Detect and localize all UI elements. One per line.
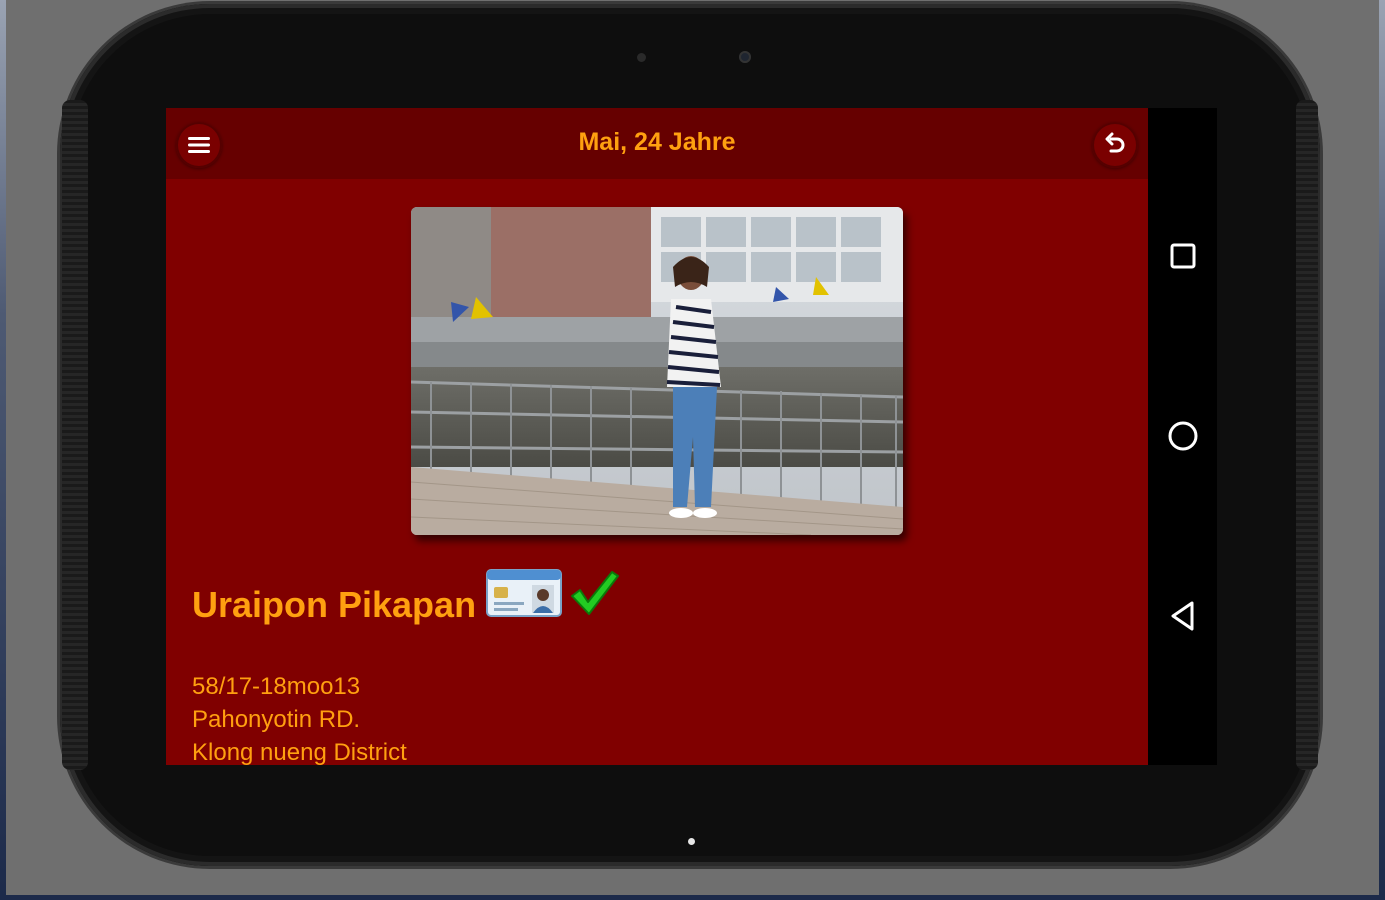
address-line-3: Klong nueng District [192,739,407,765]
recents-button[interactable] [1148,226,1217,286]
circle-home-icon [1168,421,1197,451]
app-screen: Mai, 24 Jahre Uraipon Pikapan 58/17-18mo… [166,108,1148,765]
undo-back-icon [1105,132,1125,153]
home-button[interactable] [1148,406,1217,466]
app-toolbar: Mai, 24 Jahre [166,108,1148,179]
page-title: Mai, 24 Jahre [578,128,736,156]
sensor-dot [637,53,646,62]
tablet-speaker-left [62,100,88,770]
profile-photo[interactable] [411,207,903,535]
green-check-icon [571,571,620,615]
back-button[interactable] [1148,586,1217,646]
profile-address: 58/17-18moo13 Pahonyotin RD. Klong nueng… [192,670,407,765]
square-recents-icon [1170,243,1195,269]
triangle-back-icon [1171,601,1193,631]
tablet-speaker-right [1296,100,1318,770]
notification-led [688,838,695,845]
id-card-icon [486,569,563,617]
address-line-1: 58/17-18moo13 [192,673,361,700]
android-navigation-bar [1148,108,1217,765]
profile-name: Uraipon Pikapan [192,584,477,625]
profile-name-row: Uraipon Pikapan [192,569,620,640]
undo-button[interactable] [1092,122,1138,168]
front-camera [739,51,751,63]
address-line-2: Pahonyotin RD. [192,706,361,733]
